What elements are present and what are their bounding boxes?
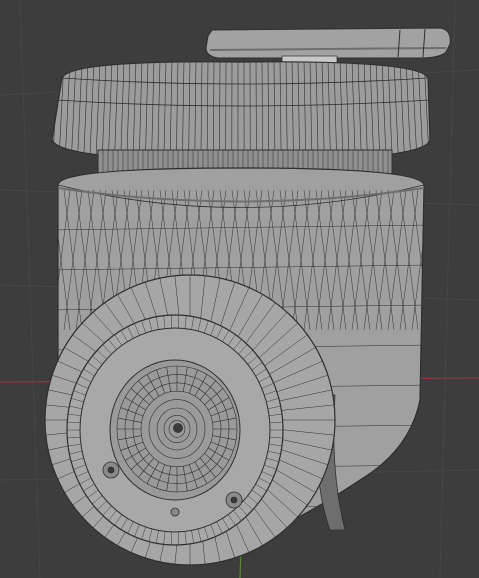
screw-bottom	[170, 507, 180, 517]
mount-cap[interactable]	[46, 60, 435, 165]
base-plate[interactable]	[205, 27, 451, 64]
3d-viewport[interactable]	[0, 0, 479, 578]
